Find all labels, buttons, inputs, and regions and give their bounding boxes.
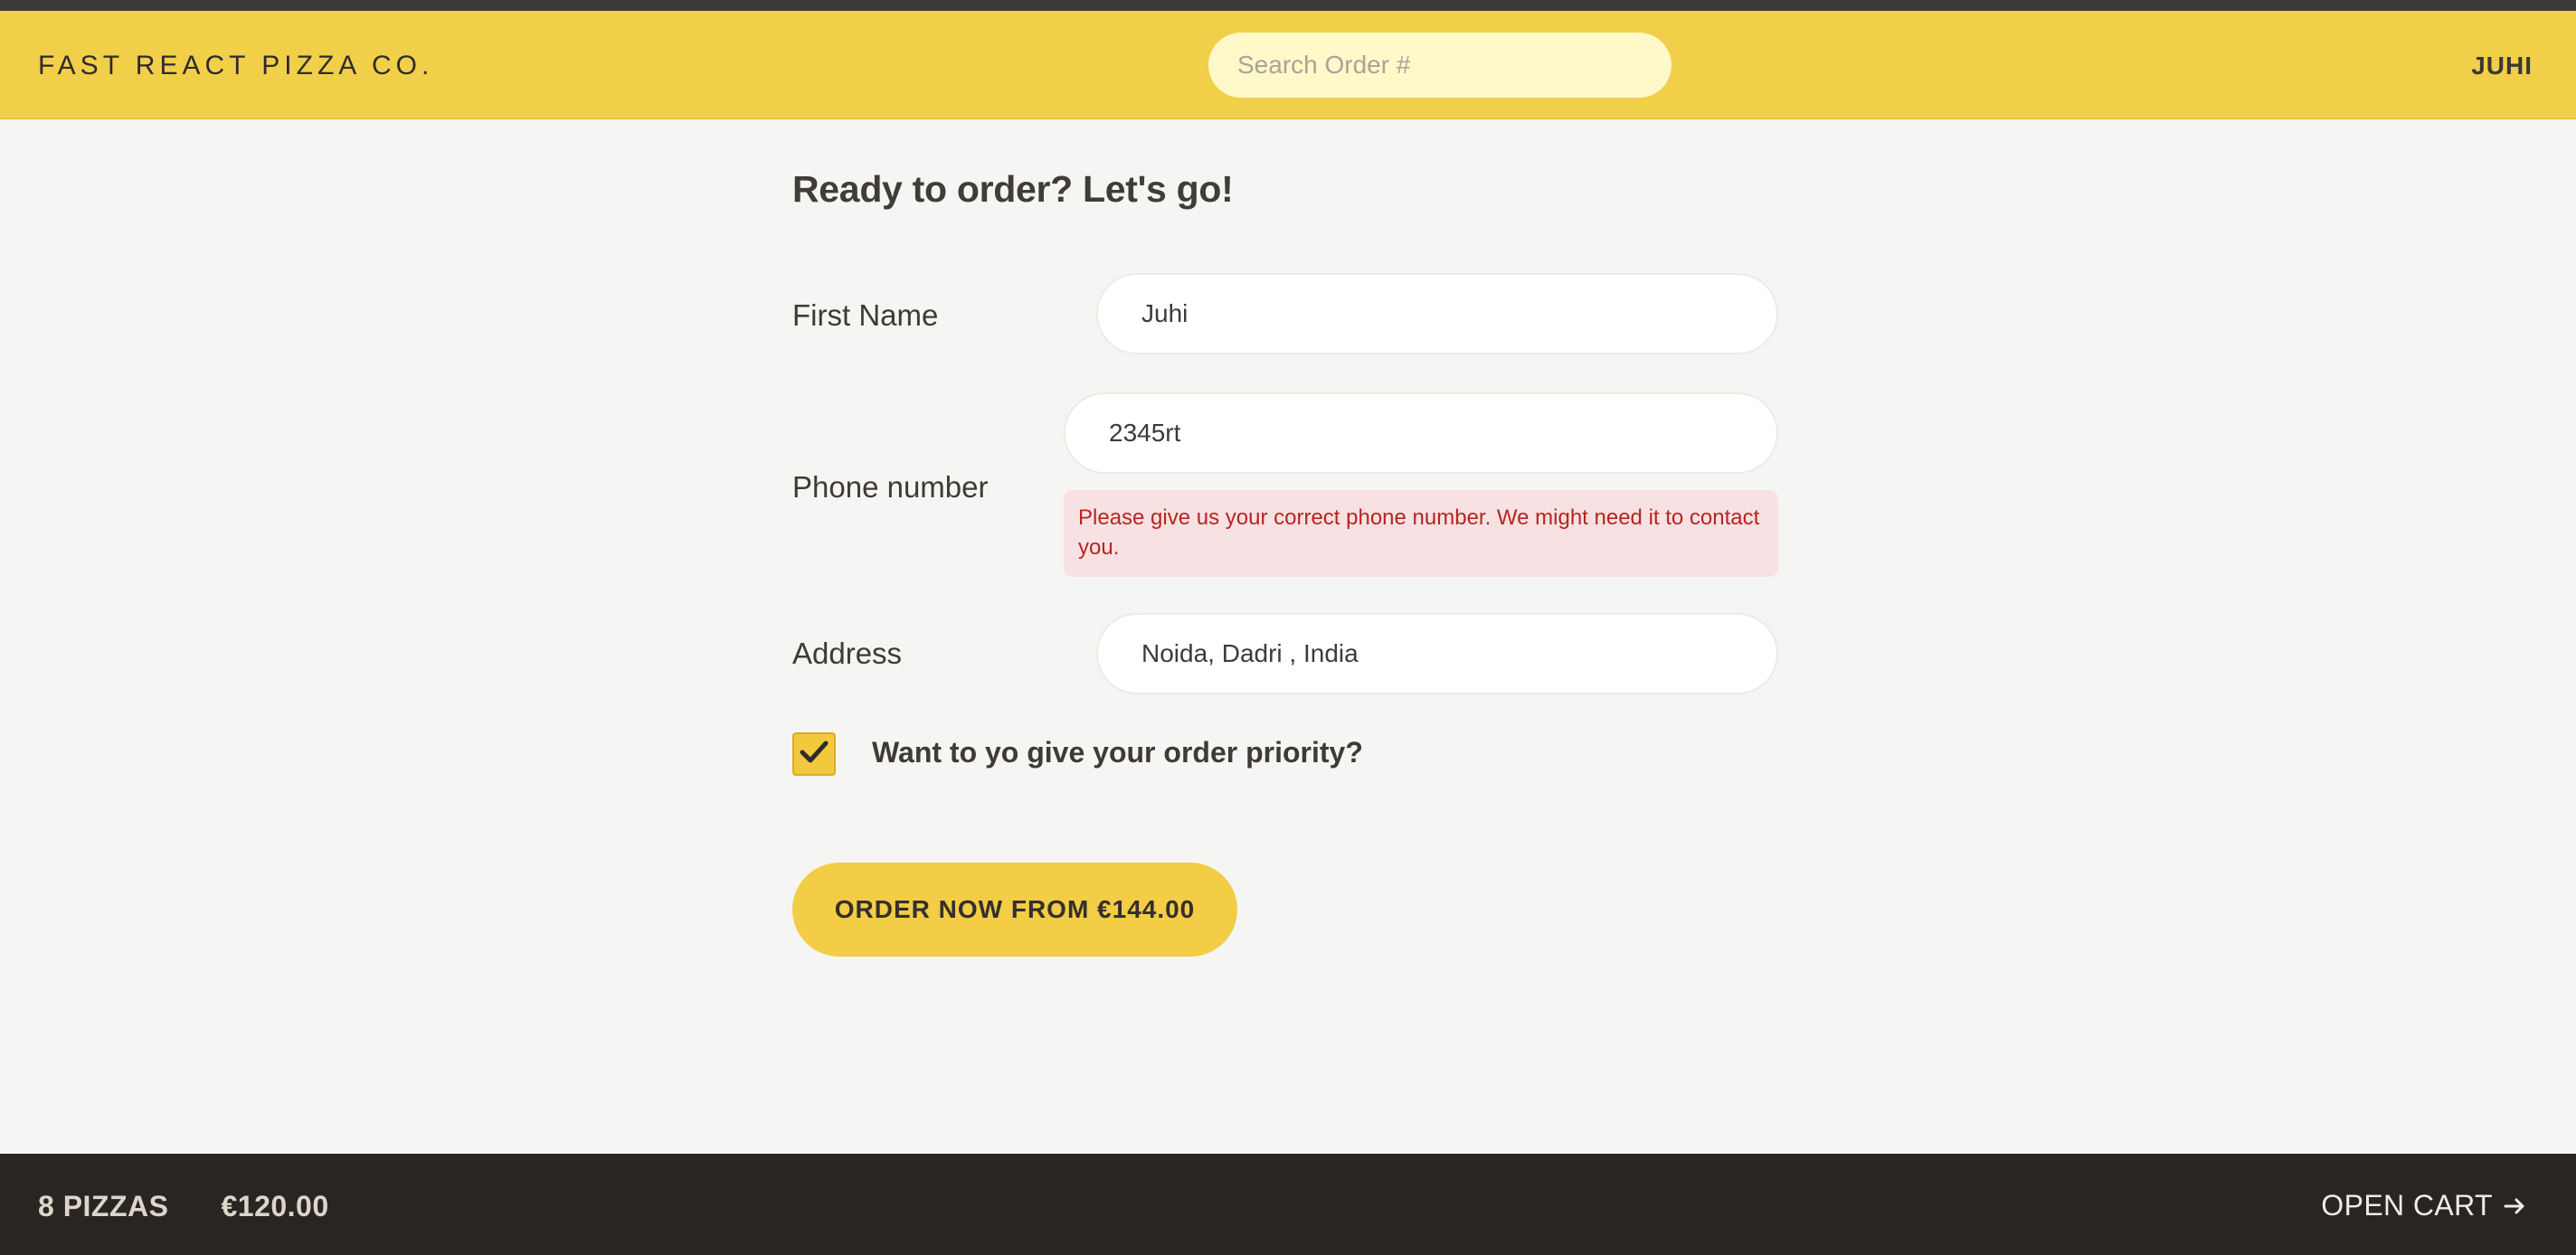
- search-order-input[interactable]: [1208, 33, 1672, 98]
- order-now-button[interactable]: ORDER NOW FROM €144.00: [792, 863, 1237, 957]
- priority-checkbox[interactable]: [792, 732, 836, 776]
- arrow-right-icon: [2502, 1194, 2527, 1219]
- phone-number-field[interactable]: [1064, 392, 1778, 474]
- browser-top-strip: [0, 0, 2576, 11]
- order-form-section: Ready to order? Let's go! First Name Pho…: [792, 168, 1778, 957]
- check-icon: [799, 737, 829, 772]
- first-name-label: First Name: [792, 298, 939, 332]
- pizza-count: 8 PIZZAS: [38, 1190, 169, 1222]
- address-label: Address: [792, 637, 903, 670]
- phone-error-message: Please give us your correct phone number…: [1064, 490, 1778, 577]
- open-cart-link[interactable]: OPEN CART: [2321, 1189, 2527, 1222]
- priority-label[interactable]: Want to yo give your order priority?: [872, 736, 1363, 769]
- page-title: Ready to order? Let's go!: [792, 168, 1234, 210]
- address-field[interactable]: [1096, 613, 1778, 694]
- username: JUHI: [2471, 52, 2533, 80]
- phone-number-label: Phone number: [792, 470, 989, 504]
- open-cart-label: OPEN CART: [2321, 1189, 2493, 1222]
- cart-total: €120.00: [221, 1190, 329, 1222]
- logo-link[interactable]: FAST REACT PIZZA CO.: [38, 51, 433, 81]
- cart-summary: 8 PIZZAS €120.00: [38, 1190, 329, 1223]
- app-header: FAST REACT PIZZA CO. JUHI: [0, 11, 2576, 119]
- cart-overview-footer: 8 PIZZAS €120.00 OPEN CART: [0, 1154, 2576, 1255]
- order-page: FAST REACT PIZZA CO. JUHI Ready to order…: [0, 0, 2576, 1255]
- first-name-field[interactable]: [1096, 273, 1778, 354]
